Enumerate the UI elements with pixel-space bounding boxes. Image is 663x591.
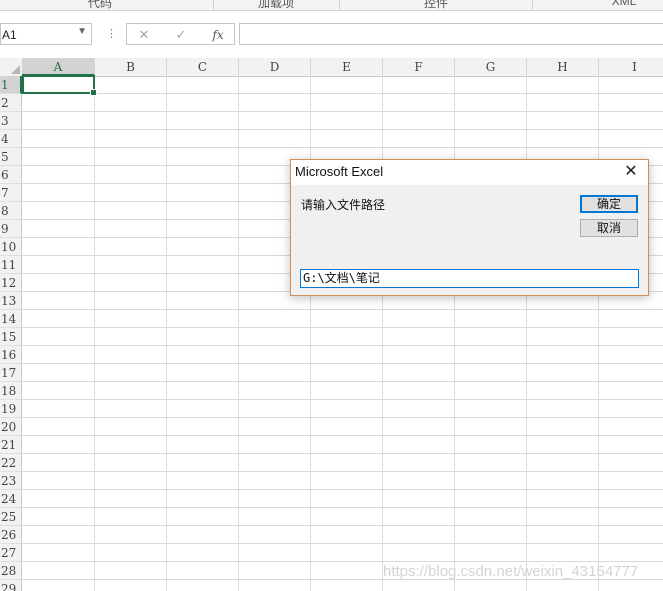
ribbon-group-labels: 代码 加载项 控件 XML <box>0 0 663 11</box>
column-header-row: A B C D E F G H I <box>0 58 663 77</box>
row-gridline <box>22 363 663 364</box>
dialog-title: Microsoft Excel <box>295 164 384 179</box>
row-gridline <box>22 507 663 508</box>
row-header-17[interactable]: 17 <box>0 364 22 382</box>
column-header-d[interactable]: D <box>239 58 311 76</box>
row-gridline <box>22 93 663 94</box>
ribbon-group-code: 代码 <box>87 0 112 10</box>
path-input[interactable]: G:\文档\笔记 <box>300 269 639 288</box>
row-gridline <box>22 435 663 436</box>
active-cell-a1[interactable] <box>22 75 97 96</box>
row-header-15[interactable]: 15 <box>0 328 22 346</box>
row-header-18[interactable]: 18 <box>0 382 22 400</box>
ribbon-group-xml: XML <box>611 0 637 8</box>
cells-area[interactable] <box>22 76 663 591</box>
ok-button[interactable]: 确定 <box>580 195 638 213</box>
row-gridline <box>22 543 663 544</box>
row-header-22[interactable]: 22 <box>0 454 22 472</box>
row-header-12[interactable]: 12 <box>0 274 22 292</box>
column-header-h[interactable]: H <box>527 58 599 76</box>
formula-buttons: ✕ ✓ fx <box>126 23 235 45</box>
row-header-2[interactable]: 2 <box>0 94 22 112</box>
column-gridline <box>598 76 599 591</box>
spreadsheet-grid: A B C D E F G H I 1 2 3 4 5 6 7 8 9 10 11 12 13 14 15 1… <box>0 58 663 591</box>
select-all-icon <box>11 65 20 74</box>
ribbon-separator <box>339 0 340 10</box>
row-header-25[interactable]: 25 <box>0 508 22 526</box>
column-header-a[interactable]: A <box>22 58 95 76</box>
row-header-9[interactable]: 9 <box>0 220 22 238</box>
row-gridline <box>22 525 663 526</box>
row-gridline <box>22 381 663 382</box>
column-gridline <box>310 76 311 591</box>
ribbon-group-controls: 控件 <box>423 0 448 10</box>
enter-check-icon[interactable]: ✓ <box>170 26 192 44</box>
ribbon-group-addins: 加载项 <box>257 0 294 10</box>
fill-handle[interactable] <box>90 89 97 96</box>
row-header-20[interactable]: 20 <box>0 418 22 436</box>
formula-bar: A1 ▼ ⋮ ✕ ✓ fx <box>0 11 663 58</box>
row-gridline <box>22 471 663 472</box>
row-header-11[interactable]: 11 <box>0 256 22 274</box>
select-all-button[interactable] <box>0 58 23 76</box>
column-header-i[interactable]: I <box>599 58 663 76</box>
row-header-16[interactable]: 16 <box>0 346 22 364</box>
cancel-button[interactable]: 取消 <box>580 219 638 237</box>
cancel-icon[interactable]: ✕ <box>133 26 155 44</box>
row-header-7[interactable]: 7 <box>0 184 22 202</box>
row-gridline <box>22 399 663 400</box>
row-gridline <box>22 561 663 562</box>
row-gridline <box>22 129 663 130</box>
row-header-8[interactable]: 8 <box>0 202 22 220</box>
row-header-13[interactable]: 13 <box>0 292 22 310</box>
row-header-3[interactable]: 3 <box>0 112 22 130</box>
column-header-c[interactable]: C <box>167 58 239 76</box>
row-header-28[interactable]: 28 <box>0 562 22 580</box>
row-gridline <box>22 417 663 418</box>
chevron-down-icon[interactable]: ▼ <box>77 26 87 37</box>
column-header-b[interactable]: B <box>95 58 167 76</box>
watermark: https://blog.csdn.net/weixin_43154777 <box>383 563 639 580</box>
row-header-21[interactable]: 21 <box>0 436 22 454</box>
ribbon-separator <box>213 0 214 10</box>
input-dialog: Microsoft Excel ✕ 请输入文件路径 确定 取消 G:\文档\笔记 <box>290 159 649 296</box>
ribbon-separator <box>532 0 533 10</box>
row-gridline <box>22 111 663 112</box>
row-gridline <box>22 147 663 148</box>
row-gridline <box>22 309 663 310</box>
row-gridline <box>22 453 663 454</box>
row-header-14[interactable]: 14 <box>0 310 22 328</box>
column-header-g[interactable]: G <box>455 58 527 76</box>
row-gridline <box>22 327 663 328</box>
row-header-5[interactable]: 5 <box>0 148 22 166</box>
more-options-icon[interactable]: ⋮ <box>106 27 117 40</box>
row-header-27[interactable]: 27 <box>0 544 22 562</box>
column-header-e[interactable]: E <box>311 58 383 76</box>
column-gridline <box>166 76 167 591</box>
name-box[interactable]: A1 ▼ <box>0 23 92 45</box>
column-gridline <box>238 76 239 591</box>
column-gridline <box>382 76 383 591</box>
insert-function-icon[interactable]: fx <box>207 26 229 44</box>
formula-input[interactable] <box>239 23 663 45</box>
column-gridline <box>526 76 527 591</box>
column-header-f[interactable]: F <box>383 58 455 76</box>
dialog-prompt: 请输入文件路径 <box>301 198 386 212</box>
row-header-23[interactable]: 23 <box>0 472 22 490</box>
row-header-10[interactable]: 10 <box>0 238 22 256</box>
row-header-4[interactable]: 4 <box>0 130 22 148</box>
row-gridline <box>22 345 663 346</box>
close-icon[interactable]: ✕ <box>620 161 642 183</box>
name-box-value: A1 <box>2 28 17 42</box>
column-gridline <box>94 76 95 591</box>
row-header-24[interactable]: 24 <box>0 490 22 508</box>
column-gridline <box>454 76 455 591</box>
row-header-1[interactable]: 1 <box>0 76 22 94</box>
row-header-19[interactable]: 19 <box>0 400 22 418</box>
dialog-titlebar[interactable]: Microsoft Excel ✕ <box>291 160 648 185</box>
row-gridline <box>22 489 663 490</box>
row-header-6[interactable]: 6 <box>0 166 22 184</box>
row-header-26[interactable]: 26 <box>0 526 22 544</box>
row-header-29[interactable]: 29 <box>0 580 22 591</box>
